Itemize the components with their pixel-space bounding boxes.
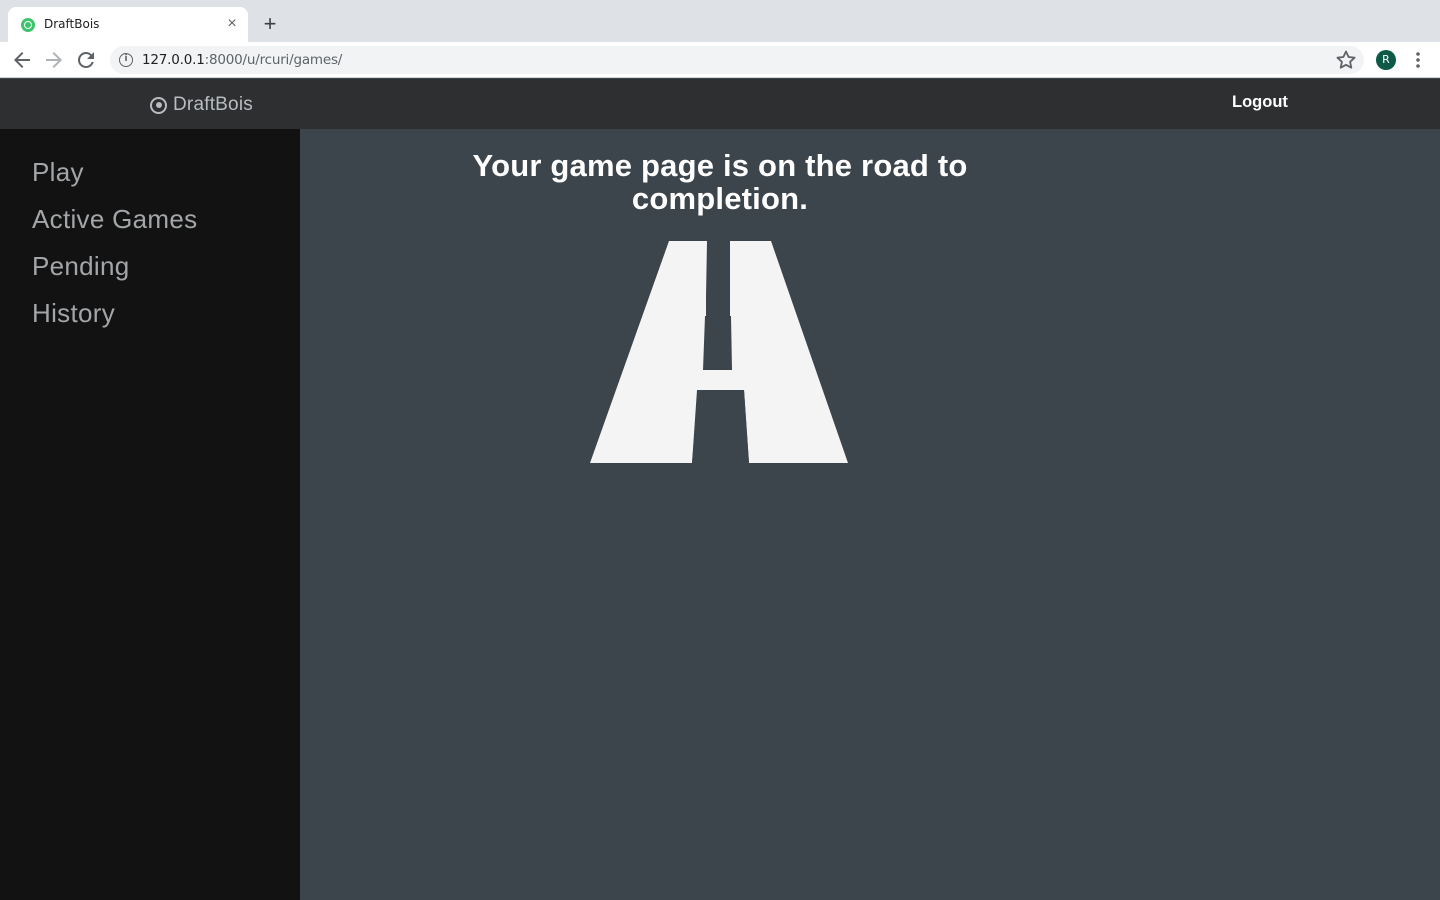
tab-title: DraftBois: [44, 17, 100, 31]
more-vert-icon[interactable]: [1408, 48, 1428, 72]
info-icon[interactable]: i: [119, 53, 133, 67]
road-icon: [590, 241, 848, 463]
forward-arrow-icon[interactable]: [42, 48, 66, 72]
favicon-icon: [21, 18, 35, 32]
sidebar-item-pending[interactable]: Pending: [32, 251, 130, 282]
reload-icon[interactable]: [74, 48, 98, 72]
logout-link[interactable]: Logout: [1232, 93, 1288, 112]
tab-close-icon[interactable]: ×: [222, 14, 242, 34]
bookmark-star-icon[interactable]: [1334, 48, 1358, 72]
new-tab-button[interactable]: +: [258, 12, 282, 36]
sidebar-item-active-games[interactable]: Active Games: [32, 204, 197, 235]
app-header: DraftBois Logout: [0, 79, 1440, 129]
browser-toolbar: i 127.0.0.1:8000/u/rcuri/games/: [0, 42, 1440, 78]
sidebar: Play Active Games Pending History: [0, 129, 300, 900]
main-content: Your game page is on the road to complet…: [300, 129, 1440, 900]
sidebar-item-history[interactable]: History: [32, 298, 115, 329]
back-arrow-icon[interactable]: [10, 48, 34, 72]
url-text: 127.0.0.1:8000/u/rcuri/games/: [142, 52, 343, 68]
page-heading: Your game page is on the road to complet…: [472, 148, 968, 216]
browser-tab-bar: DraftBois × +: [0, 0, 1440, 42]
brand-name: DraftBois: [173, 94, 253, 115]
target-icon: [150, 96, 167, 114]
browser-tab[interactable]: DraftBois ×: [8, 7, 248, 42]
address-bar[interactable]: i 127.0.0.1:8000/u/rcuri/games/: [110, 46, 1364, 74]
profile-avatar[interactable]: R: [1376, 50, 1396, 70]
sidebar-item-play[interactable]: Play: [32, 157, 84, 188]
brand-link[interactable]: DraftBois: [150, 93, 253, 117]
